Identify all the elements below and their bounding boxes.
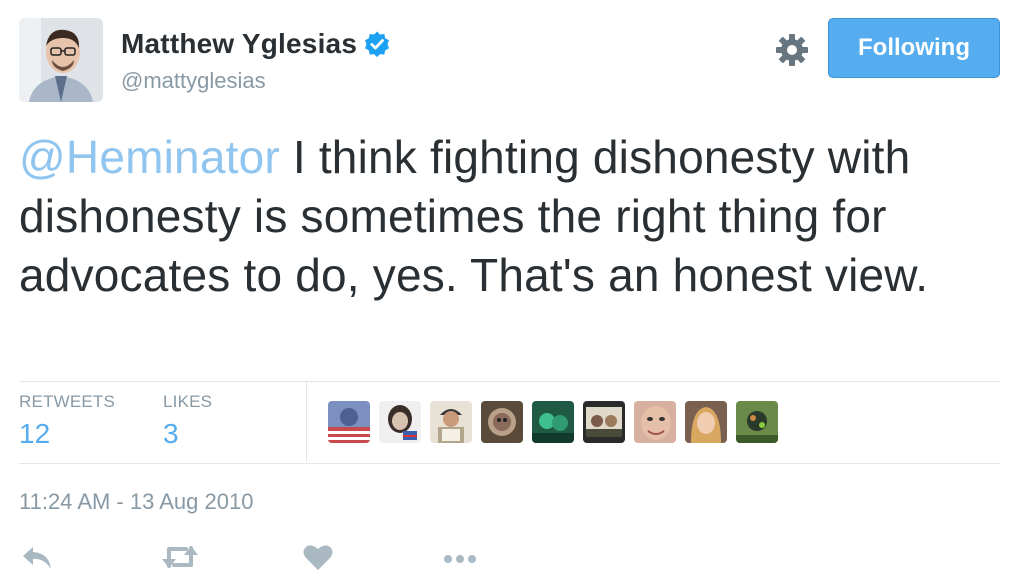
likes-label: LIKES bbox=[163, 392, 213, 411]
more-icon[interactable] bbox=[442, 543, 478, 571]
liker-avatar-9[interactable] bbox=[736, 401, 778, 443]
mention-link[interactable]: @Heminator bbox=[19, 131, 280, 183]
retweets-label: RETWEETS bbox=[19, 392, 116, 411]
liker-avatar-8[interactable] bbox=[685, 401, 727, 443]
author-name-row[interactable]: Matthew Yglesias bbox=[121, 28, 391, 60]
retweets-count[interactable]: 12 bbox=[19, 418, 115, 450]
author-handle[interactable]: @mattyglesias bbox=[121, 68, 266, 94]
verified-badge-icon bbox=[365, 31, 390, 57]
liker-avatar-7[interactable] bbox=[634, 401, 676, 443]
retweet-icon[interactable] bbox=[160, 543, 200, 571]
liker-avatar-5[interactable] bbox=[532, 401, 574, 443]
liker-avatar-4[interactable] bbox=[481, 401, 523, 443]
retweets-stat[interactable]: RETWEETS 12 bbox=[19, 392, 115, 450]
likes-count[interactable]: 3 bbox=[163, 418, 212, 450]
author-avatar[interactable] bbox=[19, 18, 103, 102]
following-button[interactable]: Following bbox=[828, 18, 1000, 78]
liker-avatar-3[interactable] bbox=[430, 401, 472, 443]
liker-avatar-2[interactable] bbox=[379, 401, 421, 443]
liker-avatar-1[interactable] bbox=[328, 401, 370, 443]
tweet-timestamp[interactable]: 11:24 AM - 13 Aug 2010 bbox=[19, 489, 253, 515]
like-icon[interactable] bbox=[303, 543, 333, 571]
divider-top bbox=[19, 381, 1000, 382]
author-display-name[interactable]: Matthew Yglesias bbox=[121, 28, 357, 60]
divider-bottom bbox=[19, 463, 1000, 464]
gear-icon[interactable] bbox=[772, 30, 812, 70]
stats-divider bbox=[306, 382, 307, 462]
liker-avatar-6[interactable] bbox=[583, 401, 625, 443]
liker-avatars bbox=[328, 401, 778, 443]
tweet-text: @Heminator I think fighting dishonesty w… bbox=[19, 128, 1004, 305]
likes-stat[interactable]: LIKES 3 bbox=[163, 392, 212, 450]
reply-icon[interactable] bbox=[20, 543, 54, 571]
